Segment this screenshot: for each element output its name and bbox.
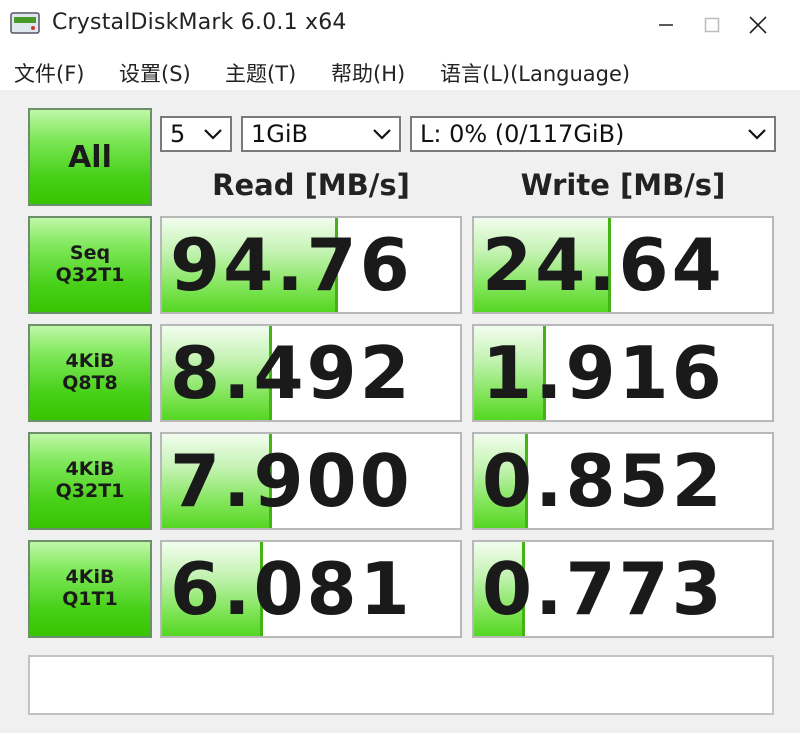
- test-button-2[interactable]: 4KiB Q32T1: [28, 432, 152, 530]
- write-result-cell: 1.916: [472, 324, 774, 422]
- write-value: 1.916: [482, 331, 725, 415]
- test-label-line2: Q1T1: [62, 588, 118, 610]
- read-result-cell: 7.900: [160, 432, 462, 530]
- chevron-down-icon: [373, 129, 391, 140]
- close-icon: [749, 16, 767, 34]
- menu-file[interactable]: 文件(F): [14, 58, 84, 88]
- menu-bar: 文件(F) 设置(S) 主题(T) 帮助(H) 语言(L)(Language): [0, 50, 800, 90]
- app-icon: [10, 12, 40, 34]
- read-result-cell: 6.081: [160, 540, 462, 638]
- chevron-down-icon: [204, 129, 222, 140]
- test-label-line1: 4KiB: [65, 458, 115, 481]
- test-button-3[interactable]: 4KiB Q1T1: [28, 540, 152, 638]
- test-label-line1: 4KiB: [65, 350, 115, 373]
- test-label-line2: Q32T1: [55, 480, 125, 502]
- drive-select[interactable]: L: 0% (0/117GiB): [410, 116, 776, 152]
- read-value: 7.900: [170, 439, 413, 523]
- drive-value: L: 0% (0/117GiB): [420, 120, 625, 148]
- test-label-line2: Q32T1: [55, 264, 125, 286]
- minimize-button[interactable]: [643, 0, 689, 50]
- count-value: 5: [170, 120, 186, 148]
- size-select[interactable]: 1GiB: [241, 116, 401, 152]
- test-label-line1: Seq: [69, 242, 111, 265]
- maximize-button[interactable]: [689, 0, 735, 50]
- read-value: 6.081: [170, 547, 413, 631]
- menu-help[interactable]: 帮助(H): [331, 58, 405, 88]
- test-label-line1: 4KiB: [65, 566, 115, 589]
- minimize-icon: [659, 24, 673, 26]
- all-button[interactable]: All: [28, 108, 152, 206]
- read-result-cell: 8.492: [160, 324, 462, 422]
- menu-theme[interactable]: 主题(T): [225, 58, 296, 88]
- read-result-cell: 94.76: [160, 216, 462, 314]
- write-result-cell: 24.64: [472, 216, 774, 314]
- size-value: 1GiB: [251, 120, 308, 148]
- read-value: 8.492: [170, 331, 413, 415]
- count-select[interactable]: 5: [160, 116, 232, 152]
- read-header: Read [MB/s]: [212, 168, 410, 202]
- title-bar: CrystalDiskMark 6.0.1 x64: [0, 0, 800, 50]
- read-value: 94.76: [170, 223, 413, 307]
- chevron-down-icon: [748, 129, 766, 140]
- test-button-0[interactable]: Seq Q32T1: [28, 216, 152, 314]
- close-button[interactable]: [735, 0, 781, 50]
- comment-field[interactable]: [28, 655, 774, 715]
- menu-settings[interactable]: 设置(S): [119, 58, 191, 88]
- write-header: Write [MB/s]: [520, 168, 726, 202]
- write-result-cell: 0.773: [472, 540, 774, 638]
- maximize-icon: [704, 17, 720, 33]
- write-value: 24.64: [482, 223, 725, 307]
- write-result-cell: 0.852: [472, 432, 774, 530]
- write-value: 0.852: [482, 439, 725, 523]
- window-title: CrystalDiskMark 6.0.1 x64: [52, 10, 347, 35]
- test-button-1[interactable]: 4KiB Q8T8: [28, 324, 152, 422]
- test-label-line2: Q8T8: [62, 372, 118, 394]
- write-value: 0.773: [482, 547, 725, 631]
- menu-language[interactable]: 语言(L)(Language): [440, 58, 630, 88]
